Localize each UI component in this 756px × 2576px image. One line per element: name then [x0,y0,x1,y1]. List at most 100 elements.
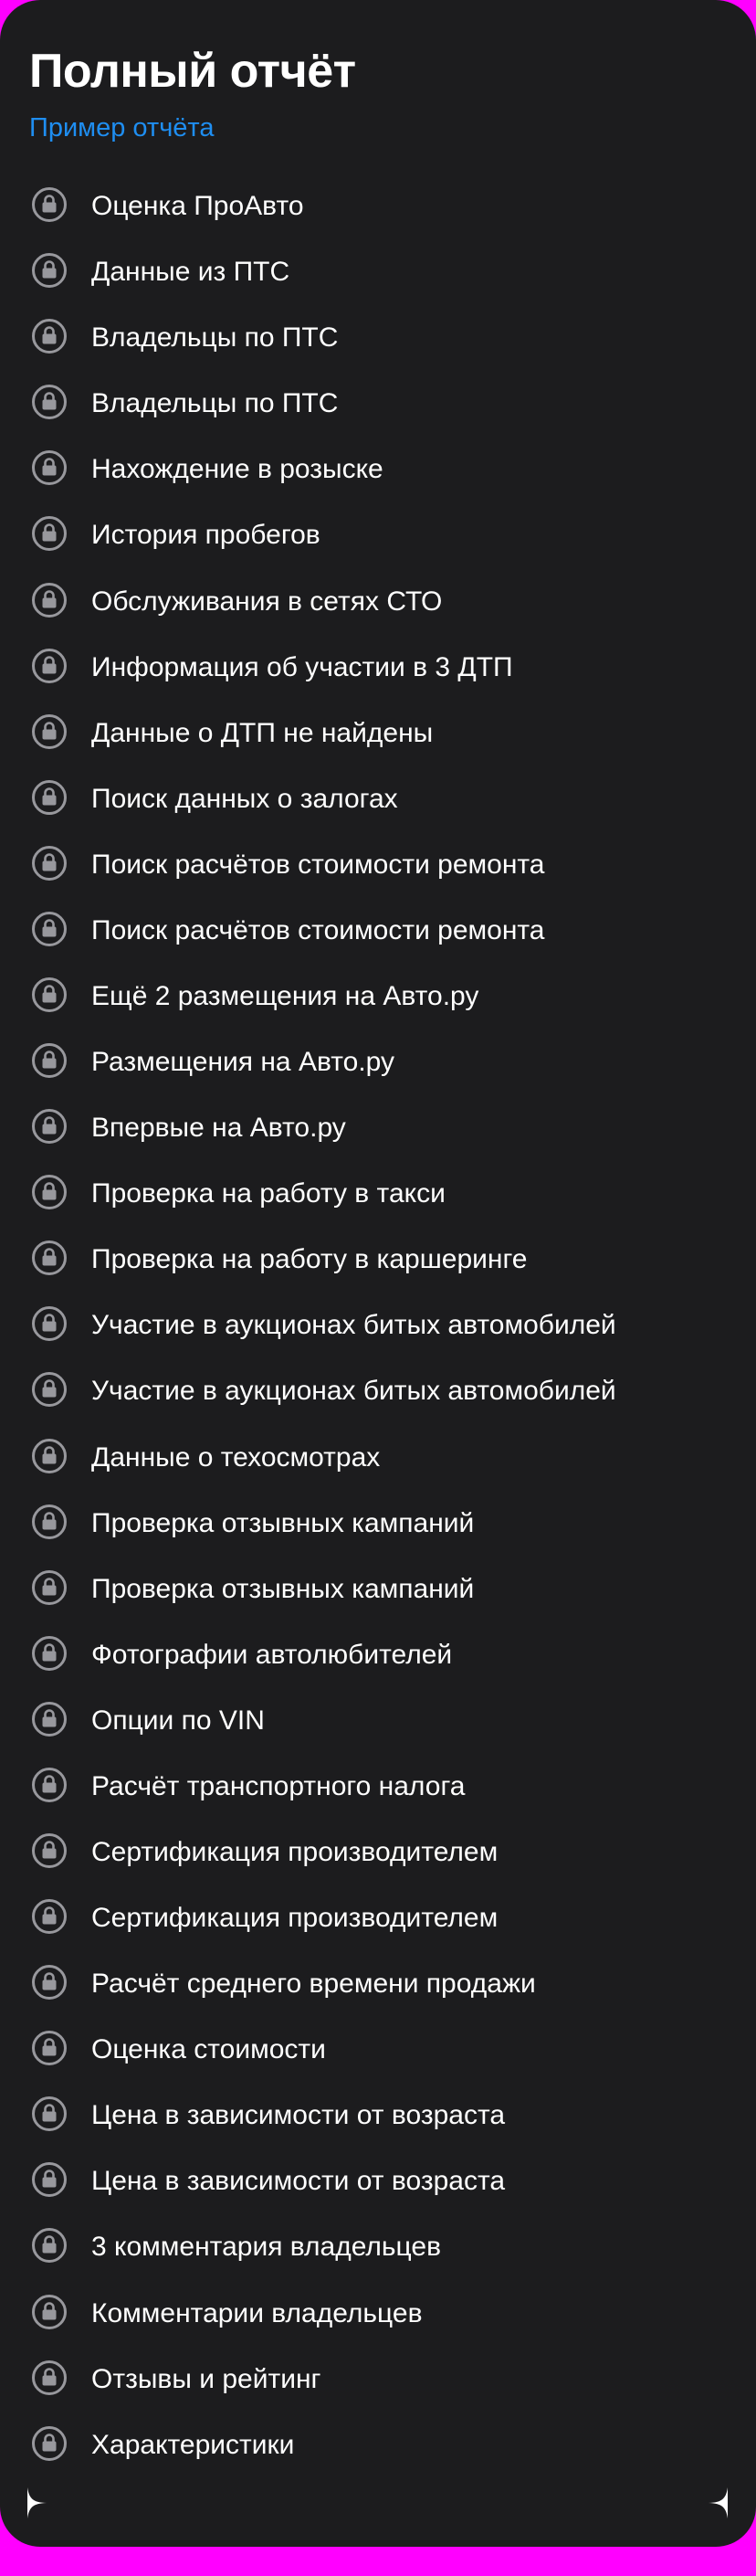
list-item-label: Впервые на Авто.ру [91,1113,346,1144]
lock-icon [32,779,67,815]
list-item-label: Поиск расчётов стоимости ремонта [91,914,545,945]
list-item-label: Цена в зависимости от возраста [91,2166,506,2197]
list-item-label: Данные из ПТС [91,257,290,288]
list-item: Оценка стоимости [0,2017,756,2083]
lock-icon [32,582,67,618]
list-item: Сертификация производителем [0,1820,756,1885]
lock-icon [32,319,67,354]
lock-icon [32,2294,67,2329]
lock-icon [32,1767,67,1802]
lock-icon [32,1438,67,1473]
lock-icon [32,2096,67,2132]
list-item: Поиск расчётов стоимости ремонта [0,832,756,898]
list-item: Цена в зависимости от возраста [0,2148,756,2214]
list-item-label: Опции по VIN [91,1705,265,1736]
report-items-list: Оценка ПроАвто Данные из ПТС Владельцы по … [0,174,756,2478]
lock-icon [32,2360,67,2395]
list-item: Данные о техосмотрах [0,1424,756,1490]
lock-icon [32,911,67,946]
lock-icon [32,713,67,749]
list-item: Проверка отзывных кампаний [0,1491,756,1557]
list-item: Проверка отзывных кампаний [0,1557,756,1622]
lock-icon [32,1306,67,1342]
list-item: Участие в аукционах битых автомобилей [0,1358,756,1424]
list-item-label: Размещения на Авто.ру [91,1047,395,1078]
lock-icon [32,253,67,289]
list-item: Отзывы и рейтинг [0,2347,756,2412]
list-item: Поиск расчётов стоимости ремонта [0,898,756,964]
list-item-label: Обслуживания в сетях СТО [91,586,443,617]
list-item: Данные о ДТП не найдены [0,701,756,766]
list-item: История пробегов [0,502,756,568]
list-item-label: Владельцы по ПТС [91,322,339,354]
lock-icon [32,1504,67,1539]
list-item-label: Участие в аукционах битых автомобилей [91,1376,616,1407]
list-item-label: Данные о ДТП не найдены [91,717,434,748]
lock-icon [32,1899,67,1935]
page-title: Полный отчёт [29,45,356,98]
list-item: Цена в зависимости от возраста [0,2083,756,2148]
list-item: Впервые на Авто.ру [0,1095,756,1161]
list-item: Обслуживания в сетях СТО [0,568,756,634]
list-item-label: Характеристики [91,2429,295,2460]
card-corner [701,0,756,55]
list-item: Данные из ПТС [0,239,756,305]
lock-icon [32,1109,67,1145]
lock-icon [32,1569,67,1605]
list-item-label: Проверка на работу в каршеринге [91,1244,528,1275]
list-item-label: Информация об участии в 3 ДТП [91,651,513,682]
list-item: Сертификация производителем [0,1885,756,1951]
list-item: Комментарии владельцев [0,2281,756,2347]
lock-icon [32,2425,67,2461]
list-item: Участие в аукционах битых автомобилей [0,1293,756,1358]
sample-report-link[interactable]: Пример отчёта [29,110,215,146]
list-item-label: Данные о техосмотрах [91,1441,381,1473]
list-item-label: Сертификация производителем [91,1836,499,1867]
sparkle-icon [27,2487,49,2518]
lock-icon [32,187,67,223]
list-item-label: Расчёт транспортного налога [91,1770,466,1801]
list-item-label: Расчёт среднего времени продажи [91,1969,536,2000]
list-item: Информация об участии в 3 ДТП [0,635,756,701]
list-item-label: Цена в зависимости от возраста [91,2100,506,2131]
list-item-label: Оценка ПроАвто [91,191,304,222]
list-item-label: Нахождение в розыске [91,454,383,485]
list-item-label: Ещё 2 размещения на Авто.ру [91,980,479,1011]
list-item: Владельцы по ПТС [0,371,756,437]
lock-icon [32,2228,67,2264]
list-item: Фотографии автолюбителей [0,1622,756,1688]
list-item: 3 комментария владельцев [0,2214,756,2280]
list-item-label: Участие в аукционах битых автомобилей [91,1310,616,1341]
list-item: Проверка на работу в такси [0,1161,756,1227]
lock-icon [32,1175,67,1210]
lock-icon [32,845,67,881]
lock-icon [32,1043,67,1079]
lock-icon [32,1832,67,1868]
list-item: Владельцы по ПТС [0,305,756,371]
sparkle-icon [706,2487,728,2518]
list-item: Оценка ПроАвто [0,174,756,239]
list-item-label: Сертификация производителем [91,1903,499,1934]
lock-icon [32,1965,67,2001]
list-item: Размещения на Авто.ру [0,1029,756,1095]
report-card: Полный отчёт Пример отчёта Оценка ПроАвт… [0,0,756,2547]
list-item-label: Проверка отзывных кампаний [91,1507,475,1538]
lock-icon [32,2031,67,2066]
list-item-label: Отзывы и рейтинг [91,2363,321,2394]
list-item-label: Фотографии автолюбителей [91,1639,453,1670]
list-item: Опции по VIN [0,1688,756,1754]
list-item-label: Поиск данных о залогах [91,783,398,814]
lock-icon [32,1635,67,1671]
list-item: Расчёт транспортного налога [0,1754,756,1820]
list-item-label: История пробегов [91,520,320,551]
list-item: Проверка на работу в каршеринге [0,1227,756,1293]
list-item-label: Поиск расчётов стоимости ремонта [91,849,545,880]
list-item: Нахождение в розыске [0,437,756,502]
lock-icon [32,1701,67,1737]
list-item-label: Оценка стоимости [91,2034,326,2065]
list-item-label: Комментарии владельцев [91,2297,423,2328]
list-item-label: Владельцы по ПТС [91,388,339,419]
lock-icon [32,450,67,486]
list-item: Поиск данных о залогах [0,766,756,832]
list-item-label: Проверка на работу в такси [91,1178,446,1209]
